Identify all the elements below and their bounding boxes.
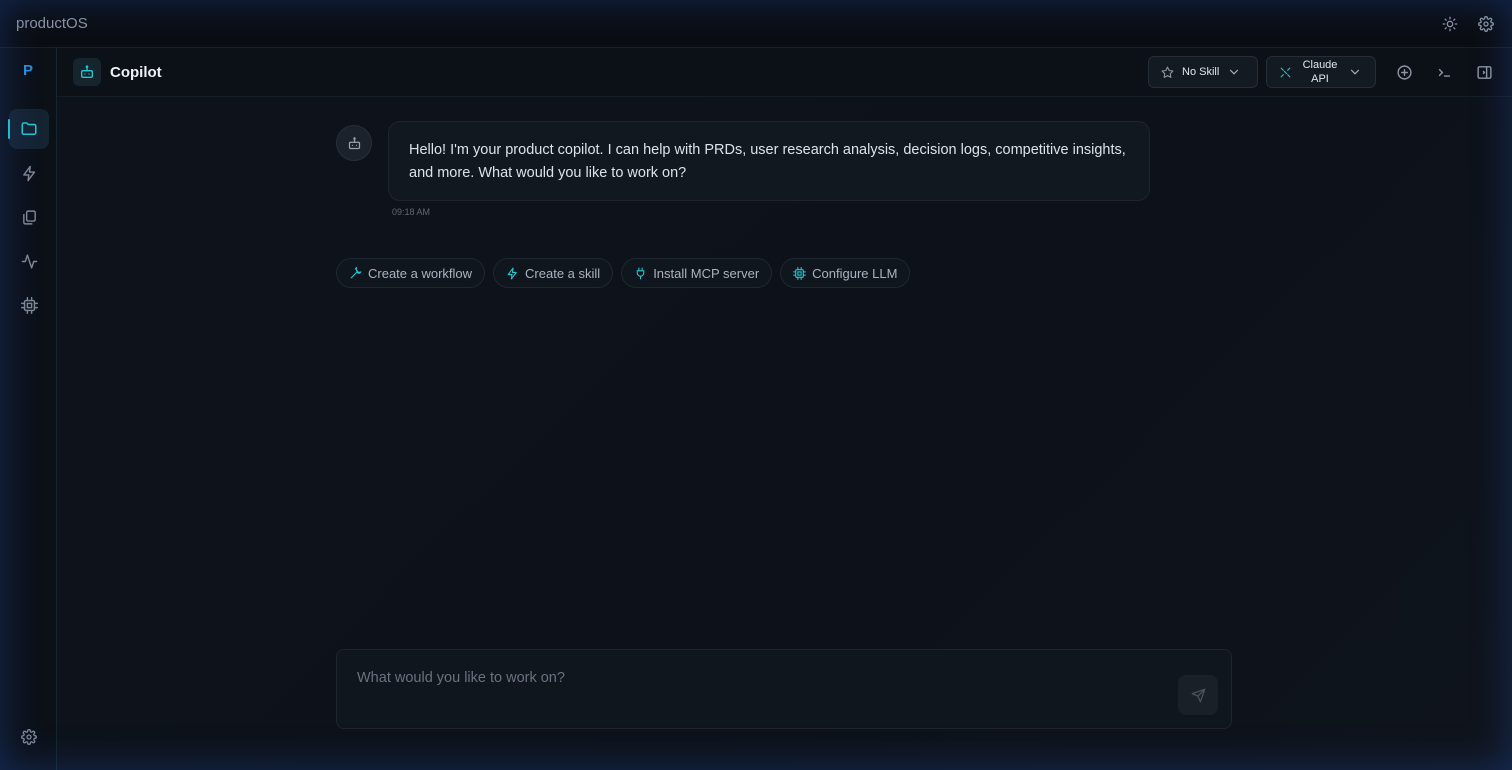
sidebar: P xyxy=(0,48,57,770)
wrench-icon xyxy=(349,266,362,280)
assistant-message: Hello! I'm your product copilot. I can h… xyxy=(388,121,1150,201)
terminal-icon xyxy=(1438,68,1450,77)
app-title: productOS xyxy=(16,15,88,32)
robot-icon xyxy=(348,136,360,149)
chevron-down-icon xyxy=(1350,69,1360,75)
sidebar-item-projects[interactable] xyxy=(8,109,49,149)
suggestion-configure-llm[interactable]: Configure LLM xyxy=(780,258,911,288)
copilot-header: Copilot No Skill Claude API xyxy=(57,48,1512,97)
suggestion-create-workflow[interactable]: Create a workflow xyxy=(336,258,486,288)
panel-toggle-button[interactable] xyxy=(1472,60,1496,84)
sparkle-icon xyxy=(1280,67,1291,77)
send-button[interactable] xyxy=(1178,675,1218,715)
model-select[interactable]: Claude API xyxy=(1266,56,1376,88)
add-circle-icon xyxy=(1396,64,1412,80)
suggestion-create-skill[interactable]: Create a skill xyxy=(493,258,614,288)
panel-toggle-icon xyxy=(1476,65,1492,79)
chip-label: Configure LLM xyxy=(812,265,898,281)
robot-icon xyxy=(81,65,93,78)
documents-icon xyxy=(22,209,36,225)
chip-icon xyxy=(20,296,38,314)
plug-icon xyxy=(634,267,647,280)
sidebar-item-activity[interactable] xyxy=(9,241,49,281)
sun-icon[interactable] xyxy=(1440,14,1460,34)
gear-icon xyxy=(21,729,37,745)
copilot-badge xyxy=(73,58,101,86)
lightning-icon xyxy=(22,165,35,181)
title-bar: productOS xyxy=(0,0,1512,48)
folder-icon xyxy=(21,122,37,135)
gear-icon[interactable] xyxy=(1476,14,1496,34)
message-timestamp: 09:18 AM xyxy=(392,207,431,217)
page-title: Copilot xyxy=(110,63,162,81)
star-icon xyxy=(1161,66,1174,78)
sidebar-item-models[interactable] xyxy=(9,285,49,325)
chip-label: Install MCP server xyxy=(653,265,760,281)
suggestion-chips: Create a workflow Create a skill Install… xyxy=(336,258,911,288)
chip-label: Create a skill xyxy=(525,265,601,281)
skill-select-value: No Skill xyxy=(1182,66,1220,78)
model-name: Claude xyxy=(1302,59,1338,71)
message-composer xyxy=(336,649,1232,729)
message-input[interactable] xyxy=(357,666,1157,690)
new-chat-button[interactable] xyxy=(1392,60,1416,84)
model-provider: API xyxy=(1311,73,1329,85)
send-icon xyxy=(1191,688,1205,702)
sidebar-item-settings[interactable] xyxy=(9,717,49,757)
model-select-value: Claude API xyxy=(1300,58,1340,86)
suggestion-install-mcp[interactable]: Install MCP server xyxy=(621,258,773,288)
chip-icon xyxy=(793,266,807,280)
chip-label: Create a workflow xyxy=(368,265,473,281)
sidebar-item-skills[interactable] xyxy=(9,153,49,193)
sidebar-item-documents[interactable] xyxy=(9,197,49,237)
terminal-button[interactable] xyxy=(1432,60,1456,84)
skill-select[interactable]: No Skill xyxy=(1148,56,1258,88)
activity-icon xyxy=(21,253,37,269)
chat-area: Hello! I'm your product copilot. I can h… xyxy=(57,97,1512,770)
lightning-icon xyxy=(506,267,519,280)
logo[interactable]: P xyxy=(0,62,56,79)
chevron-down-icon xyxy=(1230,69,1239,75)
assistant-avatar xyxy=(336,125,372,161)
